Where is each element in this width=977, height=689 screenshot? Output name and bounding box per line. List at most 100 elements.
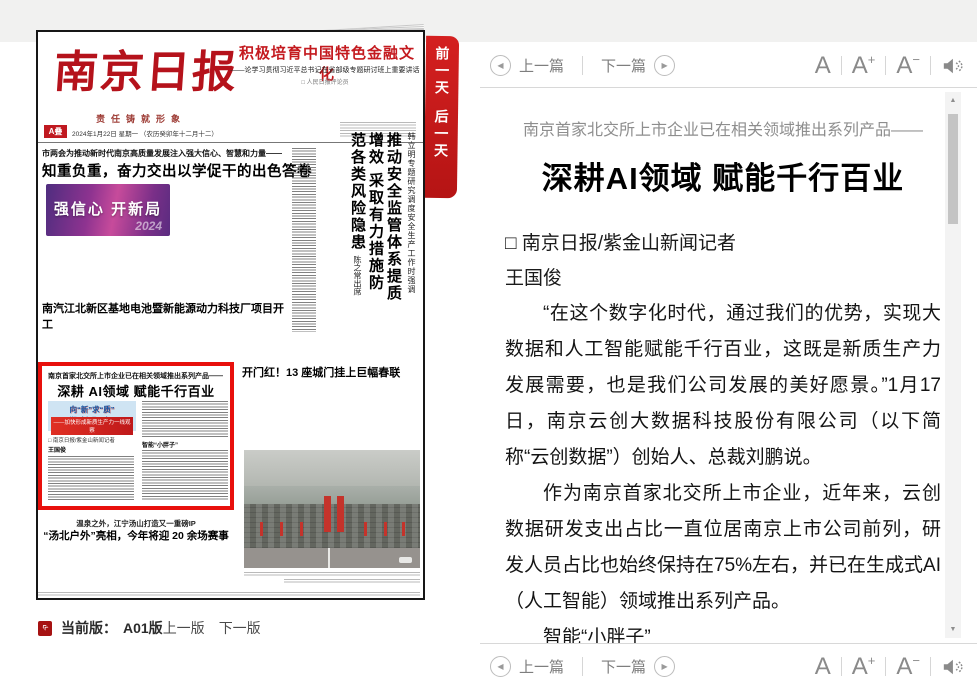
previous-day-button[interactable]: 前一天	[435, 46, 450, 97]
red-lantern-pole	[364, 522, 367, 536]
photo-caption-placeholder	[244, 572, 420, 576]
page-footer-print-placeholder	[38, 592, 420, 597]
font-size-decrease-button[interactable]: A−	[896, 654, 920, 679]
read-aloud-button[interactable]	[941, 657, 963, 677]
next-day-button[interactable]: 后一天	[434, 109, 449, 160]
safety-attendee: 陈之常出席	[353, 255, 362, 295]
ai-article-byline: □ 南京日报/紫金山新闻记者	[48, 436, 115, 444]
divider	[841, 657, 842, 676]
masthead-slogan: 责任铸就形象	[96, 112, 186, 125]
safety-article-body-placeholder	[292, 148, 316, 332]
divider	[930, 56, 931, 75]
previous-page-button[interactable]: 上一版	[163, 618, 205, 638]
ai-body-placeholder	[142, 450, 228, 500]
font-size-increase-button[interactable]: A+	[852, 654, 876, 679]
safety-article-vertical-headline: 韩立明专题研究调度安全生产工作时强调 推动安全监管体系提质增效 采取有力措施防范…	[320, 132, 420, 304]
confidence-banner-image: 强信心 开新局 2024	[46, 184, 170, 236]
article-kicker: 南京首家北交所上市企业已在相关领域推出系列产品——	[505, 116, 941, 140]
leader-body-placeholder	[46, 242, 170, 288]
photo-road	[244, 548, 420, 568]
article-paragraph: 智能“小胖子”	[505, 620, 941, 643]
article-reporter: 王国俊	[505, 261, 941, 296]
article-paragraph: “在这个数字化时代，通过我们的优势，实现大数据和人工智能赋能千行百业，这既是新质…	[505, 296, 941, 476]
finance-article-body-placeholder	[234, 88, 420, 138]
highlighted-article-box[interactable]: 南京首家北交所上市企业已在相关领域推出系列产品—— 深耕 AI领域 赋能千行百业…	[38, 362, 234, 510]
reader-toolbar-top: ◀ 上一篇 下一篇 ▶ A A+ A−	[480, 44, 977, 88]
date-line: 2024年1月22日 星期一 （农历癸卯年十二月十二）	[72, 128, 247, 138]
scroll-up-arrow-icon[interactable]: ▲	[945, 97, 961, 104]
divider	[582, 657, 583, 676]
article-reader-pane[interactable]: 南京首家北交所上市企业已在相关领域推出系列产品—— 深耕AI领域 赋能千行百业 …	[505, 88, 941, 643]
font-size-reset-button[interactable]: A	[815, 54, 831, 78]
divider	[885, 56, 886, 75]
prev-article-arrow-icon[interactable]: ◀	[490, 55, 511, 76]
article-byline: □ 南京日报/紫金山新闻记者	[505, 226, 941, 261]
page-control-bar: « 当前版： A01版 上一版 下一版	[38, 615, 458, 641]
current-page-label: 当前版：	[61, 618, 117, 638]
font-size-decrease-button[interactable]: A−	[896, 53, 920, 78]
outdoor-article-headline: “汤北户外”亮相，今年将迎 20 余场赛事	[38, 528, 234, 543]
current-page-value: A01版	[123, 618, 163, 638]
day-switch-tab[interactable]: 前一天 后一天	[424, 36, 459, 198]
photo-caption-placeholder	[284, 579, 420, 583]
next-article-button[interactable]: 下一篇	[601, 55, 646, 76]
photo-sky	[244, 450, 420, 486]
red-lantern-pole	[384, 522, 387, 536]
red-lantern-pole	[280, 522, 283, 536]
scrollbar-thumb[interactable]	[948, 114, 958, 224]
next-article-button[interactable]: 下一篇	[601, 656, 646, 677]
next-article-arrow-icon[interactable]: ▶	[654, 656, 675, 677]
finance-article-subtitle: ——论学习贯彻习近平总书记在省部级专题研讨班上重要讲话	[228, 65, 422, 75]
new-quality-series-banner: 向“新”求“质” 塑“新”聚“力” ——加快形成新质生产力一线观察	[48, 401, 136, 431]
photo-lake	[244, 486, 420, 504]
article-scrollbar[interactable]: ▲ ▼	[945, 92, 961, 638]
prev-article-arrow-icon[interactable]: ◀	[490, 656, 511, 677]
article-title: 深耕AI领域 赋能千行百业	[505, 153, 941, 198]
project-body-placeholder	[42, 318, 290, 356]
series-banner-line2: ——加快形成新质生产力一线观察	[51, 417, 133, 435]
banner-title: 强信心 开新局	[46, 198, 170, 219]
gate-article-headline: 开门红！13 座城门挂上巨幅春联	[242, 364, 420, 380]
gate-body-placeholder	[242, 384, 420, 444]
speaker-icon	[941, 56, 963, 76]
newspaper-reader-app: 前一天 后一天 南京日报 责任铸就形象 A叠 2024年1月22日 星期一 （农…	[0, 0, 977, 689]
divider	[885, 657, 886, 676]
ai-article-headline: 深耕 AI领域 赋能千行百业	[42, 381, 230, 400]
leader-body-placeholder	[178, 184, 236, 288]
next-page-button[interactable]: 下一版	[219, 618, 261, 638]
scroll-down-arrow-icon[interactable]: ▼	[945, 626, 961, 633]
divider	[582, 56, 583, 75]
safety-kicker: 韩立明专题研究调度安全生产工作时强调	[407, 132, 416, 294]
finance-article-byline: □ 人民日报评论员	[228, 77, 422, 86]
divider	[841, 56, 842, 75]
photo-city-wall	[244, 504, 420, 548]
outdoor-body-placeholder	[40, 546, 232, 588]
photo-car	[399, 557, 412, 563]
collapse-icon[interactable]: «	[38, 621, 52, 636]
ai-article-subhead: 智能“小胖子”	[142, 440, 178, 449]
next-article-arrow-icon[interactable]: ▶	[654, 55, 675, 76]
red-lantern-pole	[260, 522, 263, 536]
safety-body-placeholder	[320, 310, 420, 354]
red-couplet-banner	[324, 496, 331, 532]
prev-article-button[interactable]: 上一篇	[519, 656, 564, 677]
edition-badge: A叠	[44, 125, 67, 138]
ai-body-placeholder	[142, 401, 228, 437]
red-couplet-banner	[337, 496, 344, 532]
banner-year: 2024	[135, 219, 162, 233]
article-paragraph: 作为南京首家北交所上市企业，近年来，云创数据研发支出占比一直位居南京上市公司前列…	[505, 476, 941, 620]
prev-article-button[interactable]: 上一篇	[519, 55, 564, 76]
speaker-icon	[941, 657, 963, 677]
divider	[930, 657, 931, 676]
ai-body-placeholder	[48, 456, 134, 500]
font-size-increase-button[interactable]: A+	[852, 53, 876, 78]
ai-article-reporter: 王国俊	[48, 445, 66, 454]
ai-article-kicker: 南京首家北交所上市企业已在相关领域推出系列产品——	[48, 371, 223, 381]
red-lantern-pole	[402, 522, 405, 536]
read-aloud-button[interactable]	[941, 56, 963, 76]
font-size-reset-button[interactable]: A	[815, 655, 831, 679]
newspaper-front-page[interactable]: 南京日报 责任铸就形象 A叠 2024年1月22日 星期一 （农历癸卯年十二月十…	[36, 30, 425, 600]
city-wall-photo	[244, 450, 420, 568]
reader-toolbar-bottom: ◀ 上一篇 下一篇 ▶ A A+ A−	[480, 643, 977, 689]
red-lantern-pole	[300, 522, 303, 536]
